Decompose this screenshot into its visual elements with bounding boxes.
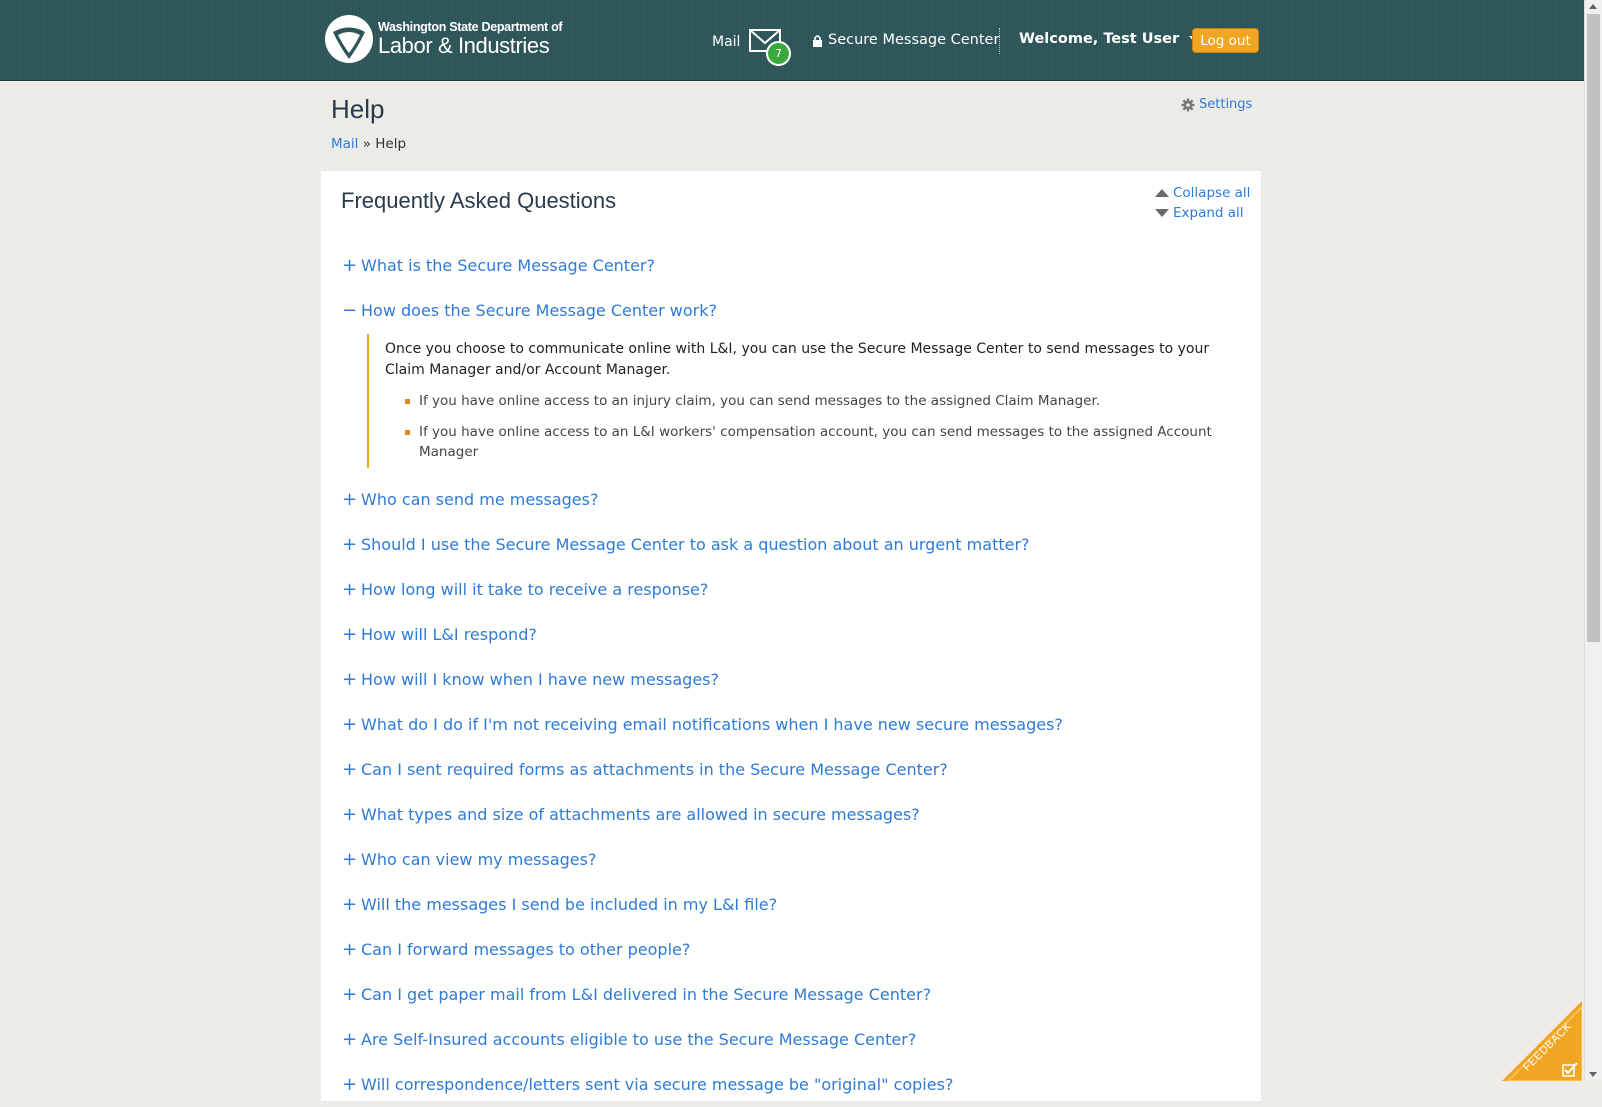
breadcrumb-mail-link[interactable]: Mail [331,136,358,152]
scrollbar-thumb[interactable] [1587,14,1600,642]
checkbox-check-icon [1562,1062,1578,1077]
faq-question[interactable]: + Can I forward messages to other people… [342,927,1242,972]
faq-question[interactable]: + What do I do if I'm not receiving emai… [342,702,1242,747]
faq-question-text: Will the messages I send be included in … [361,895,778,914]
faq-question-text: Who can view my messages? [361,850,597,869]
answer-bullet-text: If you have online access to an injury c… [419,393,1101,409]
expand-icon: + [342,939,358,960]
faq-question-text: Are Self-Insured accounts eligible to us… [361,1030,917,1049]
expand-icon: + [342,489,358,510]
collapse-all-label: Collapse all [1173,185,1251,201]
expand-icon: + [342,849,358,870]
faq-question[interactable]: + Who can view my messages? [342,837,1242,882]
faq-card: Frequently Asked Questions Collapse all … [321,171,1261,1101]
expand-all-link[interactable]: Expand all [1155,205,1244,221]
collapse-icon: − [342,300,358,321]
faq-question[interactable]: + Are Self-Insured accounts eligible to … [342,1017,1242,1062]
faq-question[interactable]: + Will the messages I send be included i… [342,882,1242,927]
answer-paragraph: Once you choose to communicate online wi… [385,341,1210,378]
collapse-all-link[interactable]: Collapse all [1155,185,1250,201]
expand-icon: + [342,894,358,915]
logo-icon [325,15,373,63]
unread-count-badge: 7 [766,41,791,66]
faq-title: Frequently Asked Questions [341,188,617,213]
expand-icon: + [342,804,358,825]
expand-all-label: Expand all [1173,205,1244,221]
faq-question[interactable]: + Who can send me messages? [342,477,1242,522]
expand-icon: + [342,714,358,735]
secure-message-center-link[interactable]: Secure Message Center [812,32,999,48]
faq-question[interactable]: + What is the Secure Message Center? [342,243,1242,288]
faq-question-text: Who can send me messages? [361,490,599,509]
triangle-up-icon [1155,189,1169,197]
faq-question-text: How long will it take to receive a respo… [361,580,709,599]
faq-question-text: What types and size of attachments are a… [361,805,920,824]
expand-icon: + [342,669,358,690]
expand-icon: + [342,534,358,555]
faq-question-text: What do I do if I'm not receiving email … [361,715,1063,734]
lock-icon [813,34,822,47]
faq-question-text: How will I know when I have new messages… [361,670,720,689]
lni-logo[interactable]: Washington State Department of Labor & I… [324,14,563,64]
welcome-text: Welcome, Test User [1019,31,1180,47]
mail-link[interactable]: Mail [712,34,740,50]
square-bullet-icon [405,399,410,404]
logo-line-2: Labor & Industries [378,33,550,58]
user-menu[interactable]: Welcome, Test User [1019,31,1202,47]
faq-question-expanded[interactable]: − How does the Secure Message Center wor… [342,288,1242,333]
vertical-scrollbar[interactable] [1584,0,1602,1081]
expand-icon: + [342,579,358,600]
breadcrumb-current: Help [375,136,407,152]
faq-question[interactable]: + Will correspondence/letters sent via s… [342,1062,1242,1107]
expand-icon: + [342,759,358,780]
feedback-tab[interactable]: FEEDBACK [1502,1001,1582,1081]
top-header: Washington State Department of Labor & I… [0,0,1584,81]
settings-label: Settings [1199,97,1253,112]
answer-bullet: If you have online access to an L&I work… [405,422,1227,462]
header-divider [999,28,1000,54]
faq-question[interactable]: + How long will it take to receive a res… [342,567,1242,612]
expand-icon: + [342,624,358,645]
faq-question-text: Should I use the Secure Message Center t… [361,535,1030,554]
faq-question[interactable]: + Can I sent required forms as attachmen… [342,747,1242,792]
logout-button[interactable]: Log out [1192,28,1259,53]
secure-message-center-label: Secure Message Center [828,32,1000,48]
gear-icon [1181,98,1195,111]
faq-question[interactable]: + Can I get paper mail from L&I delivere… [342,972,1242,1017]
answer-bullet-text: If you have online access to an L&I work… [419,424,1212,460]
settings-link[interactable]: Settings [1181,97,1252,112]
faq-question-text: Can I sent required forms as attachments… [361,760,948,779]
logo-line-1: Washington State Department of [378,20,563,34]
faq-question[interactable]: + How will L&I respond? [342,612,1242,657]
expand-icon: + [342,1074,358,1095]
triangle-down-icon [1155,209,1169,217]
breadcrumb: Mail » Help [331,136,406,152]
square-bullet-icon [405,430,410,435]
answer-bullet: If you have online access to an injury c… [405,391,1227,411]
scroll-up-arrow-icon[interactable] [1589,4,1597,9]
faq-question-text: How does the Secure Message Center work? [361,301,717,320]
page-title: Help [331,94,385,124]
faq-question-text: How will L&I respond? [361,625,537,644]
faq-question-text: Can I forward messages to other people? [361,940,691,959]
faq-question-text: Will correspondence/letters sent via sec… [361,1075,954,1094]
faq-question-text: Can I get paper mail from L&I delivered … [361,985,932,1004]
faq-question[interactable]: + Should I use the Secure Message Center… [342,522,1242,567]
scroll-down-arrow-icon[interactable] [1589,1072,1597,1077]
expand-icon: + [342,255,358,276]
faq-list: + What is the Secure Message Center? − H… [342,243,1242,1107]
breadcrumb-separator: » [358,136,376,152]
faq-answer: Once you choose to communicate online wi… [367,334,1227,468]
answer-bullet-list: If you have online access to an injury c… [385,391,1227,462]
faq-question[interactable]: + How will I know when I have new messag… [342,657,1242,702]
faq-question-text: What is the Secure Message Center? [361,256,655,275]
expand-icon: + [342,984,358,1005]
faq-question[interactable]: + What types and size of attachments are… [342,792,1242,837]
expand-icon: + [342,1029,358,1050]
